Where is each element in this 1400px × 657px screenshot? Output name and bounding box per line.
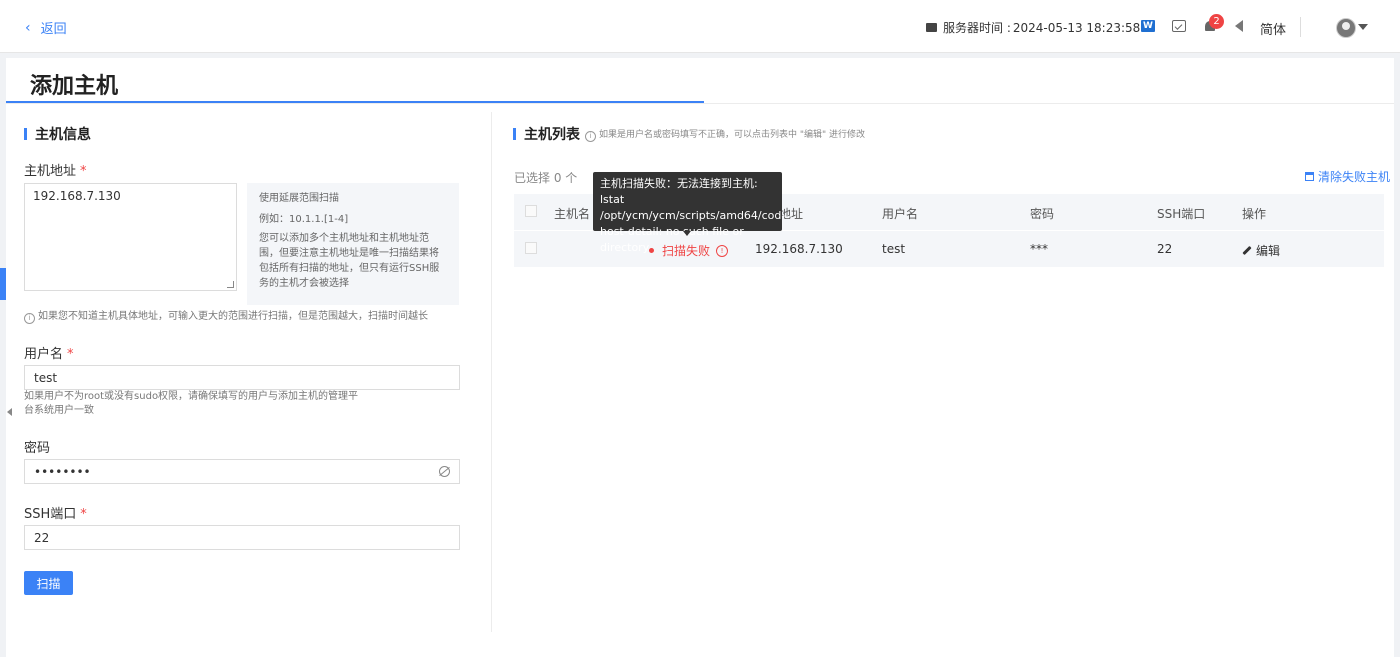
- top-bar: ‹ 返回 服务器时间 : 2024-05-13 18:23:58 W 2 简体: [0, 0, 1400, 53]
- caret-down-icon[interactable]: [1358, 24, 1368, 30]
- required-mark: *: [80, 507, 87, 522]
- ssh-port-input[interactable]: 22: [24, 525, 460, 550]
- column-ssh-port: SSH端口: [1157, 207, 1206, 221]
- host-address-value: 192.168.7.130: [33, 189, 121, 203]
- username-label-text: 用户名: [24, 347, 64, 362]
- host-info-title: 主机信息: [24, 124, 91, 144]
- column-username: 用户名: [882, 207, 919, 221]
- address-hint: i 如果您不知道主机具体地址，可输入更大的范围进行扫描，但是范围越大，扫描时间越长: [24, 310, 428, 324]
- tip-body: 您可以添加多个主机地址和主机地址范围，但要注意主机地址是唯一扫描结果将包括所有扫…: [259, 233, 440, 289]
- header-divider-line: [6, 103, 1394, 104]
- username-hint-line2: 台系统用户一致: [24, 405, 94, 416]
- section-bar: [24, 128, 27, 140]
- scan-error-tooltip: 主机扫描失败：无法连接到主机: lstat /opt/ycm/ycm/scrip…: [593, 172, 785, 254]
- clear-failed-button[interactable]: 清除失败主机: [1305, 168, 1390, 185]
- avatar[interactable]: [1336, 18, 1356, 38]
- row-ssh-port: 22: [1157, 242, 1173, 256]
- username-value: test: [34, 370, 58, 385]
- server-time-value: 2024-05-13 18:23:58: [1012, 20, 1141, 35]
- sidebar-tab-indicator: [0, 268, 6, 300]
- back-button[interactable]: ‹ 返回: [25, 18, 67, 38]
- column-actions: 操作: [1242, 207, 1267, 221]
- range-tip-box: 使用延展范围扫描 例如：10.1.1.[1-4] 您可以添加多个主机地址和主机地…: [247, 183, 459, 305]
- username-input[interactable]: test: [24, 365, 460, 390]
- edit-button[interactable]: 编辑: [1242, 242, 1280, 259]
- host-list-title-text: 主机列表: [524, 127, 580, 143]
- page-title: 添加主机: [30, 74, 119, 99]
- server-time-label: 服务器时间 :: [943, 21, 1011, 35]
- section-bar: [513, 128, 516, 140]
- host-list-title: 主机列表: [513, 124, 580, 144]
- password-value: ••••••••: [34, 464, 91, 479]
- clear-failed-label: 清除失败主机: [1318, 170, 1391, 184]
- tooltip-arrow: [683, 231, 691, 236]
- server-icon: [926, 23, 937, 32]
- collapse-arrow-icon[interactable]: [7, 408, 12, 416]
- scan-status-text: 扫描失败: [662, 244, 711, 258]
- header-divider: [1300, 17, 1301, 37]
- trash-icon: [1305, 172, 1314, 181]
- language-switch[interactable]: 简体: [1260, 19, 1286, 38]
- username-label: 用户名 *: [24, 343, 74, 362]
- host-info-title-text: 主机信息: [35, 127, 91, 143]
- main-panel: [6, 58, 1394, 657]
- host-list-hint: i 如果是用户名或密码填写不正确，可以点击列表中 "编辑" 进行修改: [585, 127, 865, 142]
- info-icon: i: [585, 131, 596, 142]
- server-time: 服务器时间 : 2024-05-13 18:23:58: [926, 19, 1140, 36]
- host-address-label: 主机地址 *: [24, 160, 87, 179]
- resize-handle-icon[interactable]: [227, 281, 234, 288]
- info-icon: i: [24, 313, 35, 324]
- notification-badge: 2: [1209, 14, 1224, 29]
- host-address-label-text: 主机地址: [24, 164, 77, 179]
- column-hostname: 主机名: [554, 207, 591, 221]
- info-icon: !: [716, 244, 729, 257]
- eye-off-icon[interactable]: [439, 466, 450, 477]
- ssh-port-label-text: SSH端口: [24, 507, 77, 522]
- row-password: ***: [1030, 242, 1048, 256]
- status-dot: [649, 248, 654, 253]
- host-address-textarea[interactable]: 192.168.7.130: [24, 183, 237, 291]
- scan-status[interactable]: 扫描失败 !: [649, 242, 729, 259]
- required-mark: *: [67, 347, 74, 362]
- selected-count: 已选择 0 个: [514, 171, 578, 185]
- password-input[interactable]: ••••••••: [24, 459, 460, 484]
- ssh-port-value: 22: [34, 530, 50, 545]
- required-mark: *: [80, 164, 87, 179]
- edit-label: 编辑: [1256, 244, 1281, 258]
- word-icon[interactable]: W: [1140, 18, 1156, 34]
- document-check-icon[interactable]: [1171, 18, 1187, 34]
- pencil-icon: [1242, 245, 1252, 256]
- back-label: 返回: [40, 22, 67, 37]
- word-icon-letter: W: [1141, 20, 1155, 32]
- host-list-hint-text: 如果是用户名或密码填写不正确，可以点击列表中 "编辑" 进行修改: [599, 130, 866, 140]
- scan-button[interactable]: 扫描: [24, 571, 73, 595]
- username-hint-line1: 如果用户不为root或没有sudo权限，请确保填写的用户与添加主机的管理平: [24, 391, 359, 402]
- column-password: 密码: [1030, 207, 1055, 221]
- tip-example: 例如：10.1.1.[1-4]: [259, 214, 349, 225]
- speaker-icon[interactable]: [1231, 18, 1247, 34]
- column-divider: [491, 112, 492, 632]
- row-username: test: [882, 242, 906, 256]
- row-address: 192.168.7.130: [755, 242, 843, 256]
- password-label: 密码: [24, 441, 51, 456]
- address-hint-text: 如果您不知道主机具体地址，可输入更大的范围进行扫描，但是范围越大，扫描时间越长: [38, 311, 428, 322]
- chevron-left-icon: ‹: [25, 19, 31, 36]
- select-all-checkbox[interactable]: [525, 205, 537, 217]
- username-hint: 如果用户不为root或没有sudo权限，请确保填写的用户与添加主机的管理平 台系…: [24, 390, 358, 418]
- ssh-port-label: SSH端口 *: [24, 503, 87, 522]
- row-checkbox[interactable]: [525, 242, 537, 254]
- tip-title: 使用延展范围扫描: [259, 193, 339, 204]
